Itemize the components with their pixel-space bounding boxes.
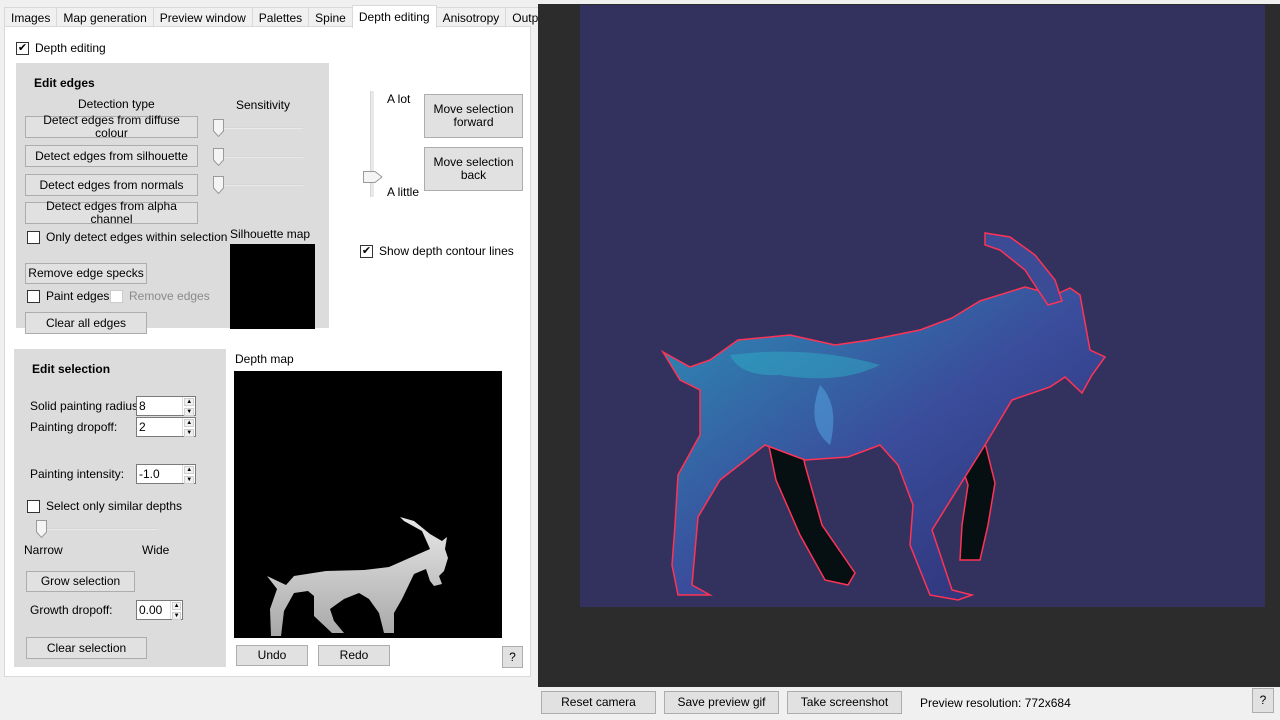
help-button[interactable]: ? (502, 646, 523, 668)
intensity-input[interactable] (137, 465, 183, 483)
preview-canvas[interactable] (580, 5, 1265, 607)
checkbox-box[interactable]: ✔ (16, 41, 29, 55)
wide-label: Wide (142, 543, 170, 557)
move-selection-forward-button[interactable]: Move selection forward (424, 94, 523, 138)
a-little-label: A little (387, 185, 420, 199)
clear-selection-button[interactable]: Clear selection (26, 637, 147, 659)
diffuse-sensitivity-slider[interactable] (213, 119, 303, 139)
spin-down-icon[interactable]: ▼ (184, 429, 194, 437)
remove-edge-specks-button[interactable]: Remove edge specks (25, 263, 147, 284)
slider-track (36, 528, 158, 530)
silhouette-map-label: Silhouette map (230, 227, 311, 241)
spin-up-icon[interactable]: ▲ (184, 398, 194, 406)
tab-map-generation[interactable]: Map generation (56, 7, 154, 27)
depth-editing-page: ✔ Depth editing Edit edges Detection typ… (4, 26, 531, 677)
undo-button[interactable]: Undo (236, 645, 308, 666)
depth-editing-label: Depth editing (35, 41, 106, 55)
tab-spine[interactable]: Spine (308, 7, 353, 27)
spin-up-icon[interactable]: ▲ (172, 602, 181, 610)
solid-radius-spinner[interactable]: ▲▼ (136, 396, 196, 416)
edit-selection-title: Edit selection (32, 362, 111, 376)
spin-down-icon[interactable]: ▼ (184, 408, 194, 416)
spin-down-icon[interactable]: ▼ (172, 612, 181, 620)
show-contour-lines-label: Show depth contour lines (379, 244, 514, 258)
similar-depths-checkbox[interactable]: Select only similar depths (27, 499, 182, 513)
grow-selection-button[interactable]: Grow selection (26, 571, 135, 592)
checkbox-box (110, 289, 123, 303)
depth-editing-checkbox[interactable]: ✔ Depth editing (16, 41, 106, 55)
detect-alpha-button[interactable]: Detect edges from alpha channel (25, 200, 198, 226)
remove-edges-checkbox: Remove edges (110, 289, 210, 303)
checkbox-box[interactable] (27, 499, 40, 513)
solid-radius-input[interactable] (137, 397, 183, 415)
depth-map-label: Depth map (235, 352, 294, 366)
silhouette-sensitivity-slider[interactable] (213, 148, 303, 168)
tab-anisotropy[interactable]: Anisotropy (435, 7, 507, 27)
slider-track (213, 184, 303, 186)
redo-button[interactable]: Redo (318, 645, 390, 666)
dropoff-input[interactable] (137, 418, 183, 436)
growth-dropoff-spinner[interactable]: ▲▼ (136, 600, 183, 620)
tab-preview-window[interactable]: Preview window (152, 7, 253, 27)
depth-map-image[interactable] (234, 371, 502, 638)
detection-type-label: Detection type (78, 97, 155, 111)
save-preview-gif-button[interactable]: Save preview gif (664, 691, 779, 714)
preview-resolution-text: Preview resolution: 772x684 (920, 696, 1071, 710)
solid-radius-label: Solid painting radius: (30, 399, 142, 413)
growth-dropoff-label: Growth dropoff: (30, 603, 113, 617)
slider-thumb[interactable] (36, 520, 47, 538)
reset-camera-button[interactable]: Reset camera (541, 691, 656, 714)
tab-depth-editing[interactable]: Depth editing (351, 5, 437, 28)
a-lot-label: A lot (387, 92, 411, 106)
dropoff-spinner[interactable]: ▲▼ (136, 417, 196, 437)
slider-track (213, 127, 303, 129)
checkbox-box[interactable] (27, 230, 40, 244)
edit-edges-group: Edit edges Detection type Sensitivity De… (16, 63, 329, 334)
tab-strip: Images Map generation Preview window Pal… (4, 5, 575, 28)
slider-thumb[interactable] (213, 148, 224, 166)
body-shape (660, 286, 1107, 601)
similar-depths-label: Select only similar depths (46, 499, 183, 513)
only-within-selection-label: Only detect edges within selection (46, 230, 228, 244)
edit-edges-title: Edit edges (34, 76, 95, 90)
take-screenshot-button[interactable]: Take screenshot (787, 691, 902, 714)
growth-dropoff-input[interactable] (137, 601, 171, 619)
goat-depth-silhouette (267, 517, 448, 636)
intensity-label: Painting intensity: (30, 467, 125, 481)
normals-sensitivity-slider[interactable] (213, 176, 303, 196)
slider-thumb[interactable] (213, 176, 224, 194)
slider-thumb[interactable] (363, 171, 383, 183)
slider-track (213, 156, 303, 158)
detect-silhouette-button[interactable]: Detect edges from silhouette (25, 145, 198, 167)
preview-viewport[interactable] (538, 4, 1280, 687)
detect-diffuse-button[interactable]: Detect edges from diffuse colour (25, 114, 198, 140)
clear-all-edges-button[interactable]: Clear all edges (25, 312, 147, 334)
only-within-selection-checkbox[interactable]: Only detect edges within selection (27, 230, 227, 244)
dropoff-label: Painting dropoff: (30, 420, 118, 434)
move-selection-back-button[interactable]: Move selection back (424, 147, 523, 191)
spin-up-icon[interactable]: ▲ (184, 419, 194, 427)
detect-normals-button[interactable]: Detect edges from normals (25, 174, 198, 196)
goat-preview-render (660, 232, 1107, 601)
paint-edges-checkbox[interactable]: Paint edges (27, 289, 109, 303)
checkbox-box[interactable] (27, 289, 40, 303)
paint-edges-label: Paint edges (46, 289, 110, 303)
move-amount-slider[interactable] (363, 91, 383, 197)
intensity-spinner[interactable]: ▲▼ (136, 464, 196, 484)
depth-width-slider[interactable] (36, 520, 158, 540)
edit-selection-group: Edit selection Solid painting radius: ▲▼… (14, 349, 226, 667)
spin-up-icon[interactable]: ▲ (184, 466, 194, 474)
tab-palettes[interactable]: Palettes (251, 7, 310, 27)
sensitivity-label: Sensitivity (236, 98, 291, 112)
show-contour-lines-checkbox[interactable]: ✔ Show depth contour lines (360, 244, 514, 258)
remove-edges-label: Remove edges (129, 289, 210, 303)
slider-thumb[interactable] (213, 119, 224, 137)
tab-images[interactable]: Images (4, 7, 58, 27)
checkbox-box[interactable]: ✔ (360, 244, 373, 258)
spin-down-icon[interactable]: ▼ (184, 476, 194, 484)
preview-help-button[interactable]: ? (1252, 688, 1274, 713)
silhouette-map-image (230, 244, 315, 329)
narrow-label: Narrow (24, 543, 63, 557)
